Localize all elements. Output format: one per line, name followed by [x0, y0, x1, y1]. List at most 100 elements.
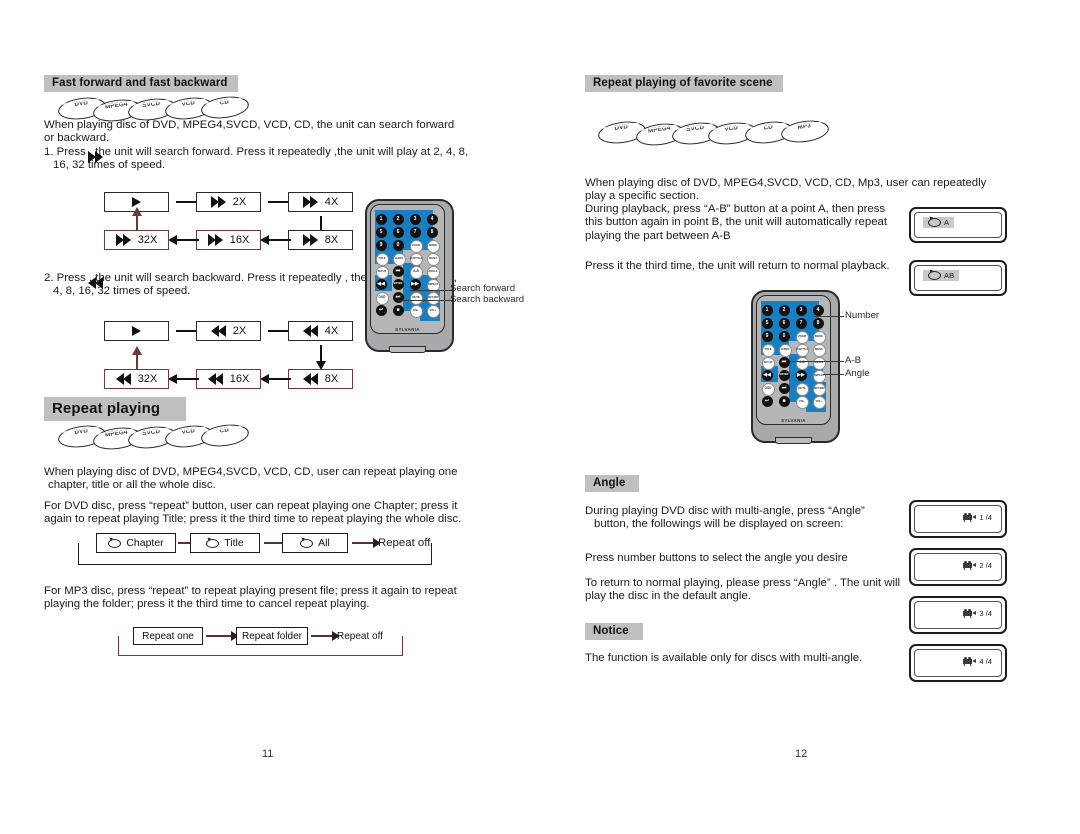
- remote-btn-vol-down: VOL-: [795, 395, 809, 409]
- notice-para1: The function is available only for discs…: [585, 652, 863, 664]
- osd-screen-a: A: [909, 207, 1007, 243]
- flow-arrow-4: [260, 235, 291, 245]
- remote-foot-right: [774, 437, 813, 444]
- remote-btn-5: 5: [375, 226, 387, 238]
- remote-btn-subtitle: SUBTITLE: [409, 252, 423, 266]
- remote-btn-slow: ↩: [761, 395, 773, 407]
- remote-btn-mute: MUTE: [409, 291, 423, 305]
- repeat-loop-icon-ab: [928, 271, 941, 280]
- remote-btn-prev: ⏮: [392, 265, 404, 277]
- remote-btn-4: 4: [426, 213, 438, 225]
- remote-btn-7: 7: [409, 226, 421, 238]
- page-number-left: 11: [262, 748, 274, 760]
- favorite-scene-para1: When playing disc of DVD, MPEG4,SVCD, VC…: [585, 177, 987, 203]
- remote-btn-return: RETURN: [812, 382, 826, 396]
- callout-line-forward: [410, 290, 452, 291]
- remote-btn-4: 4: [812, 304, 824, 316]
- disc-format-icons-2: DVD MPEG4 SVCD VCD CD: [56, 421, 298, 453]
- fast-forward-intro: When playing disc of DVD, MPEG4,SVCD, VC…: [44, 119, 455, 145]
- flow-ff-4x: 4X: [288, 192, 353, 212]
- remote-btn-mute: MUTE: [795, 382, 809, 396]
- remote-btn-subtitle: SUBTITLE: [795, 343, 809, 357]
- favorite-scene-para2: During playback, press “A-B” button at a…: [585, 203, 888, 242]
- remote-btn-title: TITLE: [375, 252, 389, 266]
- remote-btn-vol-up: VOL+: [812, 395, 826, 409]
- remote-btn-search-backward: ◀◀: [375, 278, 387, 290]
- inline-forward-icon: [88, 150, 103, 168]
- remote-btn-stop: ■: [392, 304, 404, 316]
- callout-line-backward: [398, 300, 452, 301]
- remote-btn-1: 1: [761, 304, 773, 316]
- flow-ff-8x: 8X: [288, 230, 353, 250]
- camera-icon-4: [963, 657, 976, 667]
- angle-para2: Press number buttons to select the angle…: [585, 552, 848, 564]
- bflow-arrow-6: [132, 346, 142, 370]
- angle-para1: During playing DVD disc with multi-angle…: [585, 505, 865, 531]
- heading-notice: Notice: [585, 623, 643, 640]
- flow-arrow-5: [168, 235, 199, 245]
- callout-line-ab: [790, 361, 844, 362]
- remote-btn-9: 9: [761, 330, 773, 342]
- remote-btn-0: 0: [392, 239, 404, 251]
- remote-btn-enter: ENTER: [392, 278, 404, 290]
- heading-fast-forward: Fast forward and fast backward: [44, 75, 238, 92]
- remote-btn-ab: A-B: [409, 265, 423, 279]
- flow-fb-2x: 2X: [196, 321, 261, 341]
- osd-screen-angle-2: 2 /4: [909, 548, 1007, 586]
- bflow-arrow-3: [316, 345, 326, 370]
- remote-btn-menu: MENU: [812, 343, 826, 357]
- remote-btn-vol-down: VOL-: [409, 304, 423, 318]
- repeat-playing-para1: When playing disc of DVD, MPEG4,SVCD, VC…: [44, 466, 458, 492]
- callout-search-backward: Search backward: [450, 294, 525, 305]
- flow-fb-32x: 32X: [104, 369, 169, 389]
- remote-btn-title: TITLE: [761, 343, 775, 357]
- remote-foot: [388, 346, 427, 353]
- remote-btn-enter: ENTER: [778, 369, 790, 381]
- callout-line-number: [814, 316, 844, 317]
- remote-inner-panel: 1 2 3 4 5 6 7 8 9 0 ZOOM MODE TITLE AUDIO SUBTITLE MENU…: [370, 204, 445, 334]
- remote-brand: SYLVANIA: [395, 327, 420, 332]
- remote-control-illustration-right: 1 2 3 4 5 6 7 8 9 0 ZOOM MODE TITLE AUDIO SUBTITLE MENU…: [751, 290, 840, 444]
- flow-fb-8x: 8X: [288, 369, 353, 389]
- remote-control-illustration: 1 2 3 4 5 6 7 8 9 0 ZOOM MODE TITLE AUDIO SUBTITLE MENU…: [365, 199, 454, 353]
- remote-btn-0: 0: [778, 330, 790, 342]
- osd-screen-angle-1: 1 /4: [909, 500, 1007, 538]
- fast-forward-step1: 1. Press , the unit will search forward.…: [44, 146, 469, 172]
- osd-screen-angle-4: 4 /4: [909, 644, 1007, 682]
- remote-btn-3: 3: [795, 304, 807, 316]
- camera-icon-1: [963, 513, 976, 523]
- heading-angle: Angle: [585, 475, 640, 492]
- osd-screen-angle-3: 3 /4: [909, 596, 1007, 634]
- remote-btn-3: 3: [409, 213, 421, 225]
- inline-backward-icon: [88, 276, 103, 294]
- remote-btn-next: ⏭: [778, 382, 790, 394]
- callout-ab: A-B: [845, 355, 861, 366]
- remote-btn-angle: ANGLE: [426, 265, 440, 279]
- remote-btn-2: 2: [778, 304, 790, 316]
- remote-btn-5: 5: [761, 317, 773, 329]
- remote-btn-zoom: ZOOM: [409, 239, 423, 253]
- remote-btn-slow: ↩: [375, 304, 387, 316]
- remote-btn-search-forward: ▶▶: [795, 369, 807, 381]
- dvd-flow-loopback: [78, 543, 432, 565]
- osd-angle-badge-1: 1 /4: [958, 512, 997, 523]
- callout-number: Number: [845, 310, 880, 321]
- flow-fb-4x: 4X: [288, 321, 353, 341]
- osd-badge-ab: AB: [923, 270, 960, 281]
- repeat-loop-icon-a: [928, 218, 941, 227]
- osd-angle-badge-3: 3 /4: [958, 608, 997, 619]
- remote-inner-panel-right: 1 2 3 4 5 6 7 8 9 0 ZOOM MODE TITLE AUDIO SUBTITLE MENU…: [756, 295, 831, 425]
- favorite-scene-para3: Press it the third time, the unit will r…: [585, 260, 890, 272]
- remote-btn-8: 8: [426, 226, 438, 238]
- remote-btn-8: 8: [812, 317, 824, 329]
- bflow-arrow-4: [260, 374, 291, 384]
- remote-brand-right: SYLVANIA: [781, 418, 806, 423]
- remote-btn-audio: AUDIO: [392, 252, 406, 266]
- remote-btn-ab: A-B: [795, 356, 809, 370]
- remote-btn-search-backward: ◀◀: [761, 369, 773, 381]
- remote-btn-osd: OSD: [761, 382, 775, 396]
- remote-btn-menu: MENU: [426, 252, 440, 266]
- remote-btn-osd: OSD: [375, 291, 389, 305]
- repeat-playing-para3: For MP3 disc, press “repeat” to repeat p…: [44, 585, 457, 611]
- flow-play-backward: [104, 321, 169, 341]
